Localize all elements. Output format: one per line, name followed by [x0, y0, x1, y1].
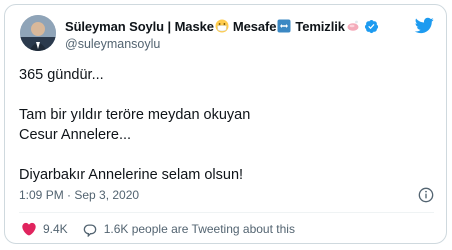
- author-name[interactable]: Süleyman Soylu | Maske Mesafe Temizlik: [65, 18, 379, 34]
- like-count: 9.4K: [43, 222, 68, 236]
- twitter-bird-icon[interactable]: [414, 17, 434, 34]
- verified-badge-icon: [364, 19, 378, 33]
- comment-icon: [83, 224, 97, 237]
- avatar-image: [20, 15, 56, 51]
- tweeting-about-link[interactable]: 1.6K people are Tweeting about this: [82, 221, 295, 237]
- tweet-line-3: Cesur Annelere...: [19, 127, 132, 143]
- tweet-timestamp[interactable]: 1:09 PM · Sep 3, 2020: [19, 188, 139, 202]
- author-handle[interactable]: @suleymansoylu: [65, 37, 160, 51]
- left-right-arrow-icon: [277, 19, 291, 33]
- heart-icon: [22, 222, 36, 236]
- tweet-text: 365 gündür... Tam bir yıldır teröre meyd…: [19, 65, 439, 185]
- soap-icon: [347, 20, 359, 31]
- author-name-part-1: Süleyman Soylu | Maske: [65, 18, 214, 34]
- divider: [19, 212, 434, 213]
- avatar[interactable]: [20, 15, 56, 51]
- author-name-part-2: Mesafe: [232, 18, 277, 34]
- tweet-line-2: Tam bir yıldır teröre meydan okuyan: [19, 107, 251, 123]
- author-name-part-3: Temizlik: [295, 18, 345, 34]
- like-button[interactable]: 9.4K: [21, 221, 68, 237]
- tweet-actions: 9.4K 1.6K people are Tweeting about this: [21, 220, 295, 238]
- info-icon[interactable]: [418, 187, 434, 203]
- tweet-line-1: 365 gündür...: [19, 67, 104, 83]
- mask-emoji-icon: [215, 19, 229, 33]
- tweet-line-4: Diyarbakır Annelerine selam olsun!: [19, 167, 244, 183]
- tweet-meta: 1:09 PM · Sep 3, 2020: [19, 186, 434, 204]
- tweet-card: Süleyman Soylu | Maske Mesafe Temizlik @…: [4, 4, 447, 244]
- tweeting-about-text: 1.6K people are Tweeting about this: [103, 222, 295, 236]
